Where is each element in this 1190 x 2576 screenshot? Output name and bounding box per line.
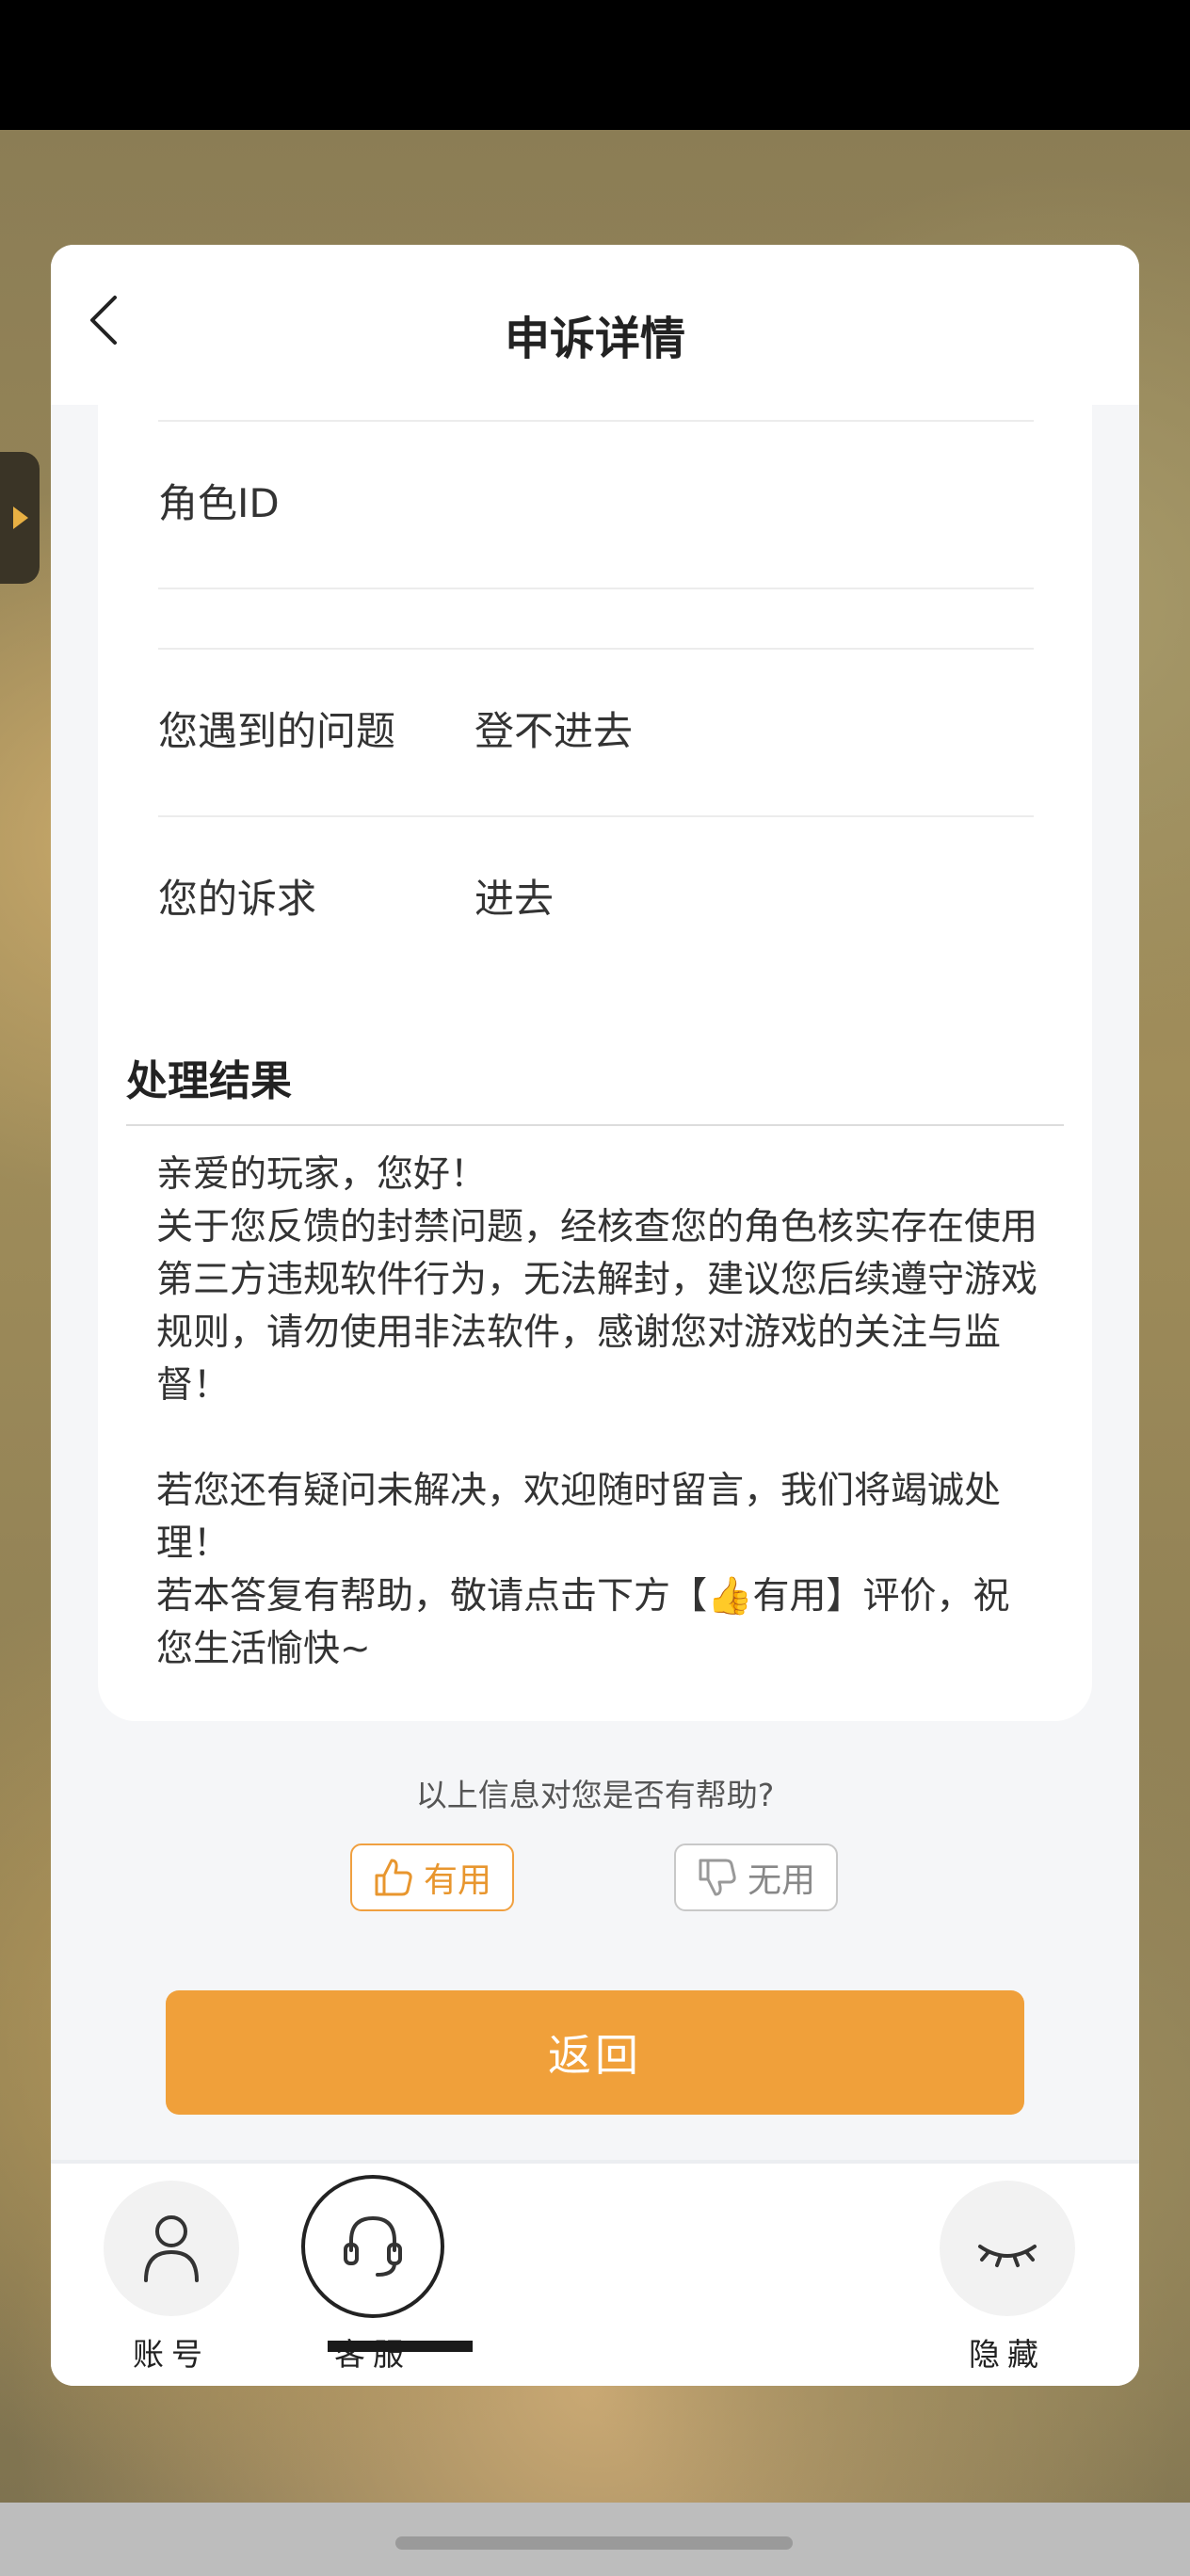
info-row-role-id: 角色ID [158,420,1034,588]
tab-icon-wrap [940,2181,1075,2316]
appeal-info-card: 角色ID 您遇到的问题 登不进去 您的诉求 进去 [98,367,1092,1102]
info-row-blank [158,588,1034,648]
tab-label: 客服 [334,2336,411,2373]
tab-icon-wrap [301,2175,444,2318]
info-value: 登不进去 [474,708,634,754]
status-bar [0,0,1190,130]
page-title: 申诉详情 [504,313,685,365]
active-tab-indicator [328,2341,473,2352]
tab-customer-service[interactable]: 客服 [298,2164,448,2386]
result-title: 处理结果 [126,1057,292,1105]
headset-icon [344,2215,402,2277]
thumbs-up-icon [375,1859,412,1896]
divider [126,1124,1064,1126]
info-row-problem: 您遇到的问题 登不进去 [158,648,1034,815]
person-icon [144,2215,199,2282]
info-label: 您的诉求 [158,876,317,922]
closed-eye-icon [978,2245,1037,2267]
feedback-question: 以上信息对您是否有帮助? [415,1777,775,1813]
home-indicator[interactable] [395,2536,793,2550]
thumbs-down-icon [699,1859,736,1896]
tab-account[interactable]: 账号 [96,2164,247,2386]
tab-label: 账号 [133,2336,210,2373]
info-label: 角色ID [158,480,280,526]
result-text: 亲爱的玩家，您好！ 关于您反馈的封禁问题，经核查您的角色核实存在使用第三方违规软… [156,1153,1038,1670]
tab-label: 隐藏 [969,2336,1046,2373]
info-row-request: 您的诉求 进去 [158,815,1034,983]
return-button[interactable]: 返回 [166,1990,1024,2115]
bottom-tab-bar: 账号 客服 隐藏 [51,2160,1139,2386]
info-value: 进去 [474,876,555,922]
useless-button[interactable]: 无用 [674,1843,838,1911]
result-card: 处理结果 亲爱的玩家，您好！ 关于您反馈的封禁问题，经核查您的角色核实存在使用第… [98,1026,1092,1721]
useless-label: 无用 [747,1861,815,1900]
useful-label: 有用 [423,1861,491,1900]
useful-button[interactable]: 有用 [350,1843,514,1911]
appeal-detail-modal: 申诉详情 角色ID 您遇到的问题 登不进去 您的诉求 进去 处理结果 亲爱的玩家… [51,245,1139,2386]
tab-hide[interactable]: 隐藏 [932,2164,1083,2386]
side-expand-handle[interactable] [0,452,40,584]
tab-icon-wrap [104,2181,239,2316]
info-label: 您遇到的问题 [158,708,396,754]
